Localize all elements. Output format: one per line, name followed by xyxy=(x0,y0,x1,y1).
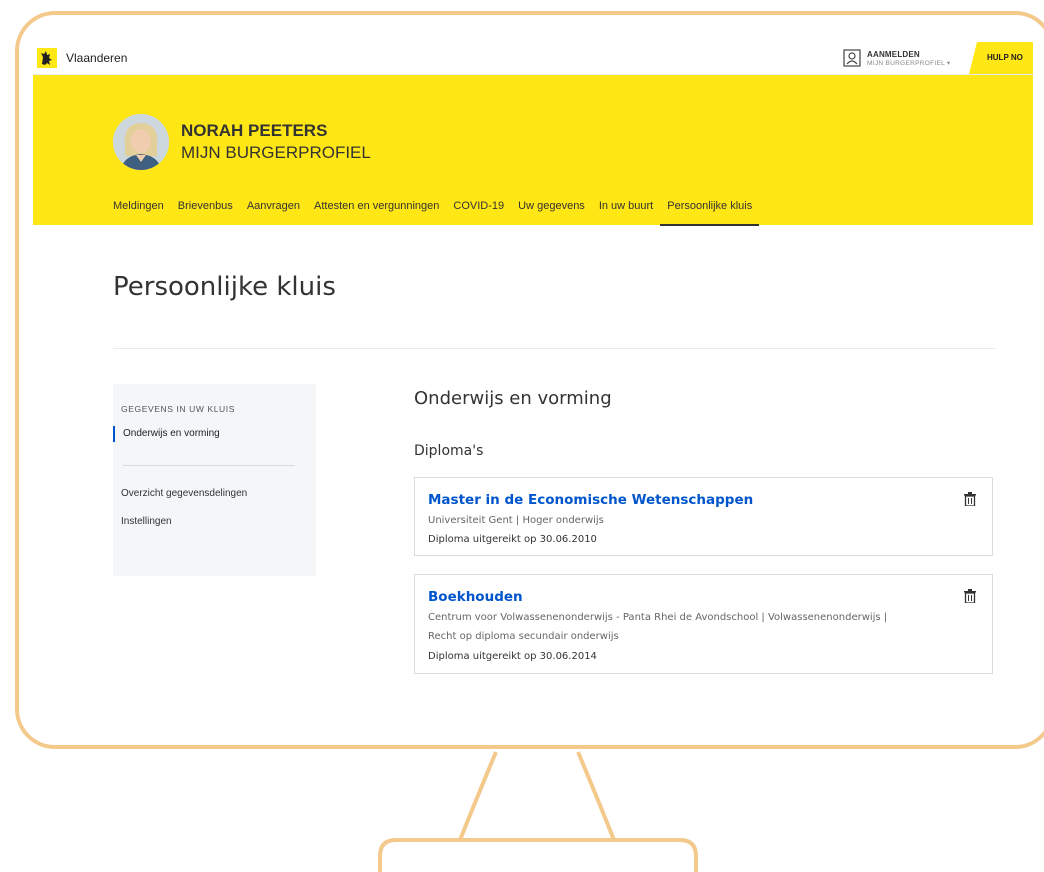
diploma-card: Master in de Economische Wetenschappen U… xyxy=(414,477,993,556)
user-profile-icon xyxy=(843,49,861,67)
brand-name[interactable]: Vlaanderen xyxy=(66,51,127,65)
sidebar-heading: GEGEVENS IN UW KLUIS xyxy=(121,404,236,414)
nav-item-meldingen[interactable]: Meldingen xyxy=(113,200,171,224)
trash-icon[interactable] xyxy=(964,589,976,603)
diploma-meta: Universiteit Gent | Hoger onderwijs xyxy=(428,515,604,526)
help-button[interactable]: HULP NO xyxy=(969,42,1033,74)
nav-item-in-uw-buurt[interactable]: In uw buurt xyxy=(592,200,660,224)
help-label: HULP NO xyxy=(987,53,1023,62)
nav-item-aanvragen[interactable]: Aanvragen xyxy=(240,200,307,224)
sidebar-item-overzicht[interactable]: Overzicht gegevensdelingen xyxy=(121,488,247,499)
diploma-date: Diploma uitgereikt op 30.06.2010 xyxy=(428,534,597,545)
diploma-card: Boekhouden Centrum voor Volwassenenonder… xyxy=(414,574,993,674)
page-title: Persoonlijke kluis xyxy=(113,272,336,302)
user-name: NORAH PEETERS xyxy=(181,121,328,140)
top-bar: Vlaanderen AANMELDEN MIJN BURGERPROFIEL … xyxy=(33,42,1033,75)
login-label: AANMELDEN xyxy=(867,50,920,59)
nav-item-persoonlijke-kluis[interactable]: Persoonlijke kluis xyxy=(660,200,760,226)
login-sub-label: MIJN BURGERPROFIEL ▾ xyxy=(867,60,951,67)
diploma-meta: Recht op diploma secundair onderwijs xyxy=(428,631,619,642)
divider xyxy=(113,348,995,349)
sidebar: GEGEVENS IN UW KLUIS Onderwijs en vormin… xyxy=(113,384,316,576)
nav-item-uw-gegevens[interactable]: Uw gegevens xyxy=(511,200,592,224)
trash-icon[interactable] xyxy=(964,492,976,506)
avatar-portrait-icon xyxy=(113,114,169,170)
profile-header: NORAH PEETERS MIJN BURGERPROFIEL Melding… xyxy=(33,75,1033,226)
main-nav: Meldingen Brievenbus Aanvragen Attesten … xyxy=(113,200,760,226)
nav-item-attesten[interactable]: Attesten en vergunningen xyxy=(307,200,446,224)
sidebar-item-onderwijs[interactable]: Onderwijs en vorming xyxy=(113,426,220,442)
section-title: Onderwijs en vorming xyxy=(414,388,612,409)
browser-screen: Vlaanderen AANMELDEN MIJN BURGERPROFIEL … xyxy=(33,42,1033,732)
nav-item-brievenbus[interactable]: Brievenbus xyxy=(171,200,240,224)
diploma-meta: Centrum voor Volwassenenonderwijs - Pant… xyxy=(428,612,888,623)
sidebar-divider xyxy=(123,465,295,466)
sidebar-item-instellingen[interactable]: Instellingen xyxy=(121,516,172,527)
diploma-date: Diploma uitgereikt op 30.06.2014 xyxy=(428,651,597,662)
avatar xyxy=(113,114,169,170)
profile-title: MIJN BURGERPROFIEL xyxy=(181,143,371,162)
diploma-title-link[interactable]: Boekhouden xyxy=(428,589,523,605)
nav-item-covid[interactable]: COVID-19 xyxy=(446,200,511,224)
flemish-lion-logo-icon xyxy=(37,48,57,68)
diplomas-subtitle: Diploma's xyxy=(414,443,484,459)
diploma-title-link[interactable]: Master in de Economische Wetenschappen xyxy=(428,492,753,508)
